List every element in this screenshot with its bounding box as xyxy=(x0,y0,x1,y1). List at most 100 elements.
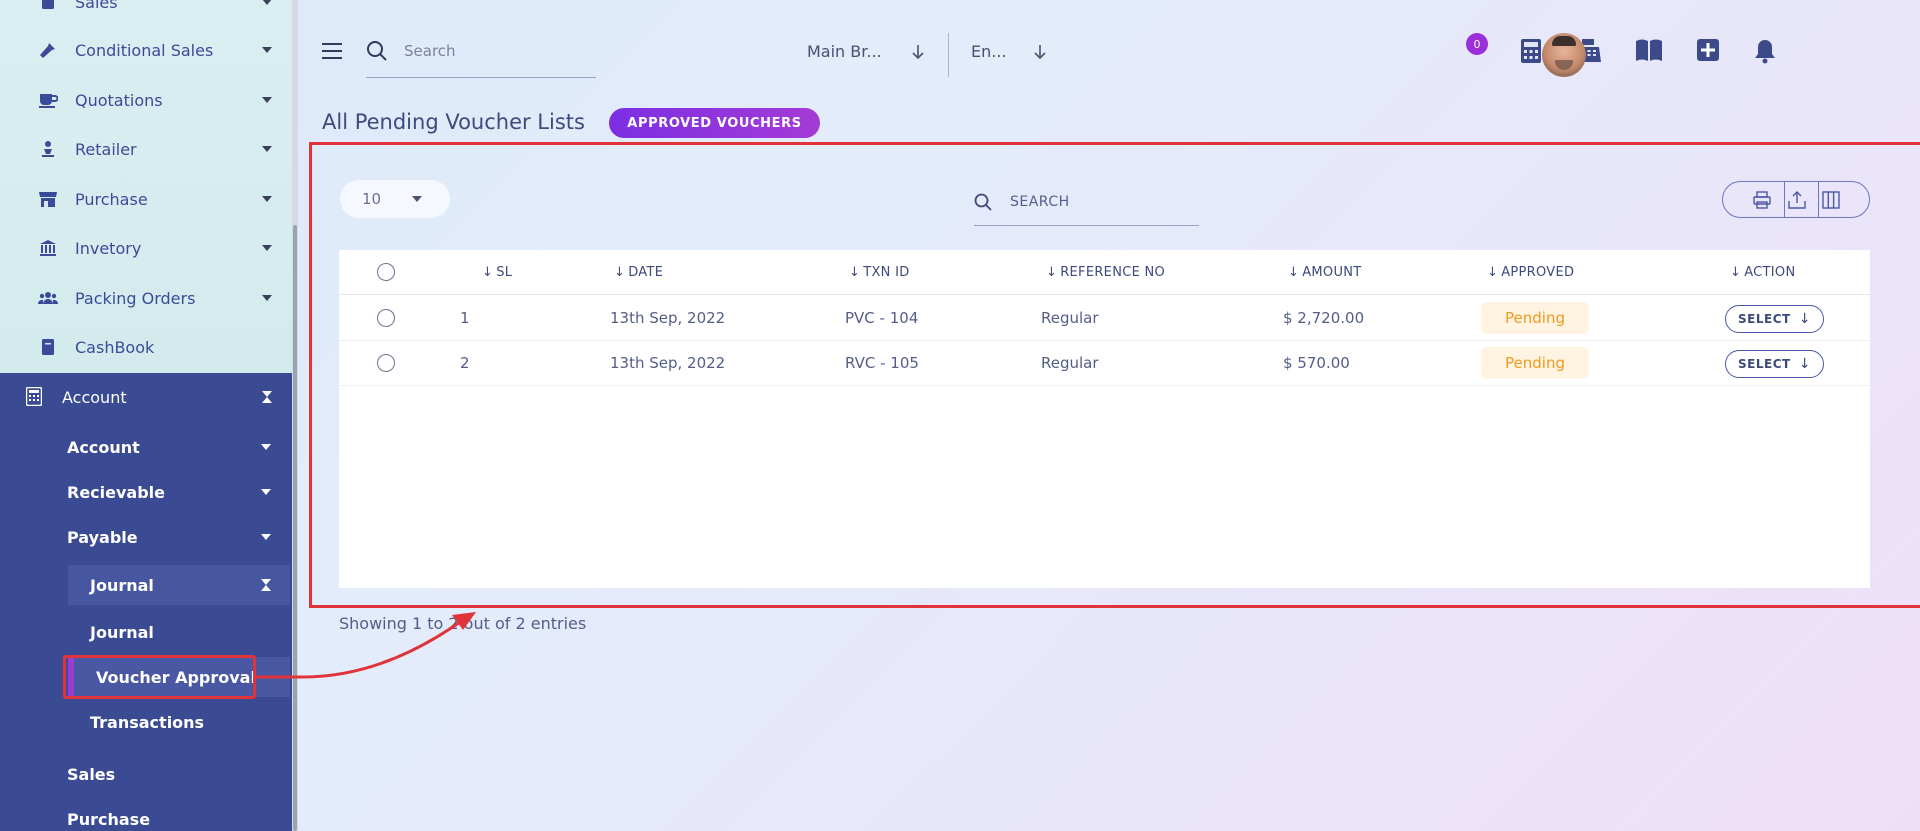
avatar[interactable] xyxy=(1542,33,1586,77)
sidebar-subitem-sales[interactable]: Sales xyxy=(0,754,294,794)
cell-date: 13th Sep, 2022 xyxy=(610,309,726,327)
chevron-down-icon xyxy=(262,146,272,152)
sidebar-item-label: Retailer xyxy=(75,139,137,159)
branch-dropdown[interactable]: Main Br... xyxy=(807,42,882,61)
search-input[interactable]: Search xyxy=(366,36,596,78)
cell-reference-no: Regular xyxy=(1041,309,1099,327)
sort-arrow-icon: ↓ xyxy=(1730,265,1742,280)
status-badge: Pending xyxy=(1481,302,1589,334)
sidebar-item-label: Conditional Sales xyxy=(75,40,214,60)
sidebar-subitem-purchase[interactable]: Purchase xyxy=(0,799,294,831)
per-page-value: 10 xyxy=(362,190,382,208)
divider xyxy=(948,33,949,77)
language-dropdown[interactable]: En... xyxy=(971,42,1007,61)
arrow-down-icon[interactable] xyxy=(912,44,924,60)
sidebar-item-sales[interactable]: Sales xyxy=(0,0,294,25)
column-header-date[interactable]: ↓ DATE xyxy=(614,265,663,280)
select-action-button[interactable]: SELECT ↓ xyxy=(1725,350,1824,378)
notification-badge: 0 xyxy=(1466,33,1488,55)
sidebar-scrollbar-thumb[interactable] xyxy=(293,225,297,831)
chevron-up-icon xyxy=(262,391,272,403)
row-select-radio[interactable] xyxy=(377,354,395,372)
chevron-down-icon xyxy=(261,534,271,540)
sidebar-subitem-recievable[interactable]: Recievable xyxy=(0,472,294,512)
search-icon xyxy=(366,40,388,62)
cell-reference-no: Regular xyxy=(1041,354,1099,372)
cell-txn-id: RVC - 105 xyxy=(845,354,919,372)
cell-sl: 2 xyxy=(460,354,470,372)
table-search-label: SEARCH xyxy=(1010,194,1070,210)
cell-date: 13th Sep, 2022 xyxy=(610,354,726,372)
sidebar-item-label: Purchase xyxy=(67,809,151,829)
sidebar-item-label: Recievable xyxy=(67,482,166,502)
column-header-amount[interactable]: ↓ AMOUNT xyxy=(1288,265,1362,280)
per-page-select[interactable]: 10 xyxy=(340,180,450,218)
sidebar-item-label: Packing Orders xyxy=(75,288,196,308)
row-select-radio[interactable] xyxy=(377,309,395,327)
columns-icon[interactable] xyxy=(1821,190,1841,210)
coffee-cup-icon xyxy=(38,90,58,110)
cell-txn-id: PVC - 104 xyxy=(845,309,919,327)
column-header-approved[interactable]: ↓ APPROVED xyxy=(1487,265,1574,280)
table-header: ↓ SL ↓ DATE ↓ TXN ID ↓ REFERENCE NO ↓ AMOUNT … xyxy=(339,250,1870,295)
select-action-button[interactable]: SELECT ↓ xyxy=(1725,305,1824,333)
sort-arrow-icon: ↓ xyxy=(614,265,626,280)
chevron-down-icon xyxy=(262,97,272,103)
pagination-info: Showing 1 to 2 out of 2 entries xyxy=(339,614,587,633)
sidebar-item-packing-orders[interactable]: Packing Orders xyxy=(0,275,294,321)
sidebar-item-label: Transactions xyxy=(90,712,205,732)
sidebar-item-quotations[interactable]: Quotations xyxy=(0,77,294,123)
sort-arrow-icon: ↓ xyxy=(1487,265,1499,280)
sidebar-subitem-journal[interactable]: Journal xyxy=(0,612,294,652)
language-value: En... xyxy=(971,42,1007,61)
search-icon xyxy=(974,193,992,211)
menu-icon[interactable] xyxy=(322,43,342,59)
sidebar-subitem-transactions[interactable]: Transactions xyxy=(0,702,294,742)
store-icon xyxy=(38,189,58,209)
sidebar-subitem-payable[interactable]: Payable xyxy=(0,517,294,557)
search-placeholder: Search xyxy=(404,42,456,60)
sidebar-item-retailer[interactable]: Retailer xyxy=(0,126,294,172)
sidebar-item-purchase[interactable]: Purchase xyxy=(0,176,294,222)
plus-square-icon[interactable] xyxy=(1696,38,1722,64)
sidebar-item-cashbook[interactable]: CashBook xyxy=(0,324,294,370)
table-search-input[interactable]: SEARCH xyxy=(974,180,1199,226)
sort-arrow-icon: ↓ xyxy=(849,265,861,280)
column-header-txn-id[interactable]: ↓ TXN ID xyxy=(849,265,910,280)
sidebar-subitem-account[interactable]: Account xyxy=(0,427,294,467)
branch-value: Main Br... xyxy=(807,42,882,61)
annotation-highlight-box xyxy=(63,655,256,699)
approved-vouchers-button[interactable]: APPROVED VOUCHERS xyxy=(609,108,820,138)
receipt-icon xyxy=(38,0,58,12)
column-header-action[interactable]: ↓ ACTION xyxy=(1730,265,1795,280)
arrow-down-icon: ↓ xyxy=(1798,356,1811,372)
sidebar-item-label: CashBook xyxy=(75,337,155,357)
hammer-icon xyxy=(38,40,58,60)
export-icon[interactable] xyxy=(1787,190,1807,210)
sidebar-item-label: Account xyxy=(62,387,127,407)
column-header-reference-no[interactable]: ↓ REFERENCE NO xyxy=(1046,265,1165,280)
sidebar-item-label: Journal xyxy=(90,575,154,595)
print-icon[interactable] xyxy=(1752,190,1772,210)
bell-icon[interactable] xyxy=(1753,38,1779,64)
column-header-sl[interactable]: ↓ SL xyxy=(482,265,512,280)
sidebar-item-conditional-sales[interactable]: Conditional Sales xyxy=(0,27,294,73)
person-icon xyxy=(38,139,58,159)
sidebar: Sales Conditional Sales Quotations Retai… xyxy=(0,0,294,831)
chevron-down-icon xyxy=(262,295,272,301)
table-tools xyxy=(1722,181,1870,218)
chevron-down-icon xyxy=(261,489,271,495)
sidebar-item-account[interactable]: Account xyxy=(0,377,294,417)
select-all-radio[interactable] xyxy=(377,263,395,281)
table-row: 1 13th Sep, 2022 PVC - 104 Regular $ 2,7… xyxy=(339,296,1870,341)
arrow-down-icon[interactable] xyxy=(1034,44,1046,60)
divider xyxy=(1818,182,1819,217)
sidebar-item-label: Journal xyxy=(90,622,154,642)
sidebar-item-label: Purchase xyxy=(75,189,148,209)
sidebar-subitem-journal-group[interactable]: Journal xyxy=(0,565,294,605)
sidebar-item-invetory[interactable]: Invetory xyxy=(0,225,294,271)
chevron-down-icon xyxy=(262,245,272,251)
open-book-icon[interactable] xyxy=(1635,38,1662,64)
sidebar-item-label: Sales xyxy=(75,0,118,12)
sort-arrow-icon: ↓ xyxy=(1046,265,1058,280)
